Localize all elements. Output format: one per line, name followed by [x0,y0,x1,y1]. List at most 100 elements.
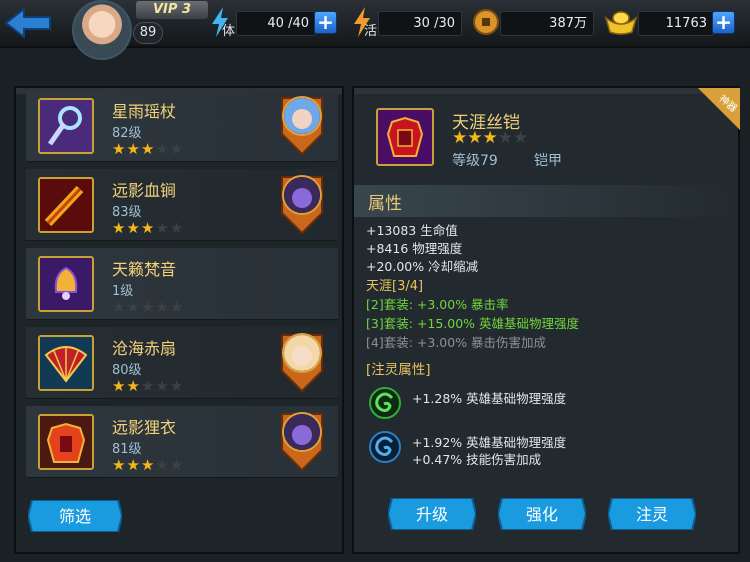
gold-value: 11763 [665,16,707,31]
energy-box: 30 /30 [378,11,462,36]
star-icon: ★ [155,456,170,474]
star-icon: ★ [482,128,498,148]
star-icon: ★ [169,456,185,474]
spirit-line: +1.28% 英雄基础物理强度 [412,391,567,406]
spirit-title: [注灵属性] [366,362,431,378]
detail-level: 等级79 [452,153,498,169]
add-gold-button[interactable]: + [712,11,735,34]
star-icon: ★ [126,219,141,237]
star-icon: ★ [497,128,513,148]
star-icon: ★ [513,128,529,148]
stamina-box: 40 /40 [236,11,316,36]
set-bonus: [2]套装: +3.00% 暴击率 [366,297,509,312]
star-icon: ★ [169,219,185,237]
item-name: 天籁梵音 [112,260,177,279]
star-icon: ★ [112,456,127,474]
star-icon: ★ [155,377,170,395]
item-name: 沧海赤扇 [112,339,177,358]
staff-icon [38,98,94,154]
filter-button[interactable]: 筛选 [28,500,122,532]
water-spirit-icon [369,431,401,463]
bell-icon [38,256,94,312]
enhance-button[interactable]: 强化 [498,498,586,530]
item-level: 83级 [112,205,142,220]
star-icon: ★ [140,456,156,474]
star-icon: ★ [126,456,141,474]
stamina-label: 体 [222,24,236,39]
star-icon: ★ [140,219,156,237]
stat-line: +8416 物理强度 [366,241,463,256]
equipment-list-item[interactable]: 天籁梵音 1级 ★★★★★ [26,248,338,320]
star-icon: ★ [126,377,141,395]
set-bonus: [4]套装: +3.00% 暴击伤害加成 [366,335,547,350]
hero-blonde-icon[interactable] [278,331,326,393]
star-icon: ★ [169,140,185,158]
fan-icon [38,335,94,391]
item-level: 1级 [112,284,134,299]
star-icon: ★ [112,219,127,237]
item-stars: ★★★★★ [112,219,184,237]
energy-value: 30 /30 [413,16,455,31]
add-stamina-button[interactable]: + [314,11,337,34]
star-icon: ★ [155,140,170,158]
armor-icon [38,414,94,470]
detail-type: 铠甲 [534,153,562,169]
equipment-list-item[interactable]: 沧海赤扇 80级 ★★★★★ [26,327,338,399]
stamina-value: 40 /40 [267,16,309,31]
star-icon: ★ [126,140,141,158]
star-icon: ★ [452,128,468,148]
item-stars: ★★★★★ [112,140,184,158]
player-level: 89 [133,22,163,44]
panel-shade [354,88,738,94]
enhance-button-label: 强化 [526,505,558,524]
gold-ingot-icon [604,11,638,35]
equipment-list-item[interactable]: 星雨瑶杖 82级 ★★★★★ [26,90,338,162]
equipment-list-item[interactable]: 远影狸衣 81级 ★★★★★ [26,406,338,478]
coin-icon [473,9,499,35]
item-stars: ★★★★★ [112,377,184,395]
star-icon: ★ [155,219,170,237]
gold-box: 11763 [638,11,714,36]
star-icon: ★ [155,298,170,316]
vip-badge[interactable]: VIP 3 [136,1,208,19]
item-stars: ★★★★★ [112,298,184,316]
star-icon: ★ [112,377,127,395]
artifact-tag: 神器 [698,88,740,130]
armor-icon [376,108,434,166]
star-icon: ★ [126,298,141,316]
hero-purple-elf-icon[interactable] [278,410,326,472]
item-level: 80级 [112,363,142,378]
attributes-title: 属性 [368,194,402,214]
energy-label: 活 [364,24,378,39]
coins-value: 387万 [549,16,587,31]
stat-line: +13083 生命值 [366,223,458,238]
item-level: 82级 [112,126,142,141]
infuse-button[interactable]: 注灵 [608,498,696,530]
equipment-list-item[interactable]: 远影血锏 83级 ★★★★★ [26,169,338,241]
hero-blue-hair-icon[interactable] [278,94,326,156]
star-icon: ★ [467,128,483,148]
hero-purple-elf-icon[interactable] [278,173,326,235]
filter-button-label: 筛选 [59,507,91,526]
star-icon: ★ [169,298,185,316]
item-level: 81级 [112,442,142,457]
item-stars: ★★★★★ [112,456,184,474]
stat-line: +20.00% 冷却缩减 [366,259,479,274]
star-icon: ★ [112,140,127,158]
detail-stars: ★★★★★ [452,128,528,148]
back-button[interactable] [4,6,54,40]
set-title: 天涯[3/4] [366,279,424,294]
wind-spirit-icon [369,387,401,419]
star-icon: ★ [169,377,185,395]
item-name: 星雨瑶杖 [112,102,177,121]
attributes-header: 属性 [354,185,738,217]
infuse-button-label: 注灵 [636,505,668,524]
spirit-line: +0.47% 技能伤害加成 [412,452,542,467]
set-bonus: [3]套装: +15.00% 英雄基础物理强度 [366,316,580,331]
avatar[interactable] [72,0,132,60]
coins-box: 387万 [500,11,594,36]
star-icon: ★ [140,377,156,395]
mace-icon [38,177,94,233]
upgrade-button[interactable]: 升级 [388,498,476,530]
star-icon: ★ [112,298,127,316]
